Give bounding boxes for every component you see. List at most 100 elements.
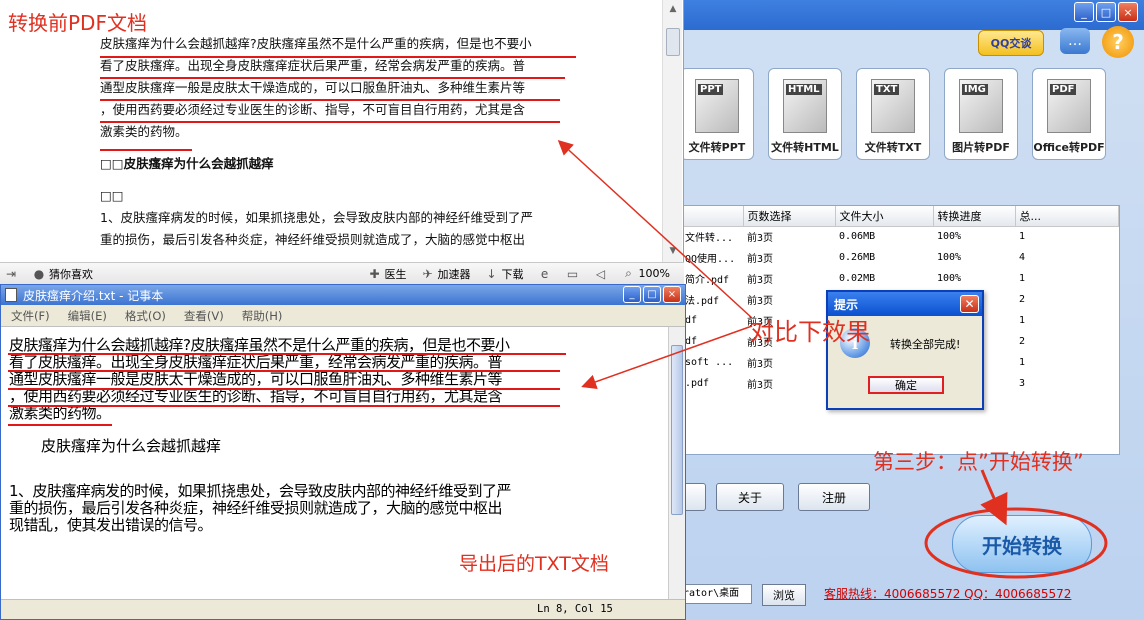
- zoom-item[interactable]: ⌕ 100%: [622, 266, 670, 281]
- tool-label: 文件转PPT: [688, 141, 746, 154]
- pdf-line: 通型皮肤瘙痒一般是皮肤太干燥造成的，可以口服鱼肝油丸、多种维生素片等: [100, 80, 526, 95]
- scroll-down-icon[interactable]: ▼: [666, 244, 680, 258]
- table-row[interactable]: 简介.pdf 前3页 0.02MB 100% 1: [681, 268, 1119, 289]
- minimize-icon[interactable]: _: [1074, 2, 1094, 22]
- close-icon[interactable]: ×: [1118, 2, 1138, 22]
- tool-tag: PPT: [698, 84, 724, 95]
- window-icon[interactable]: ▭: [566, 267, 580, 281]
- tool-office-to-pdf[interactable]: PDF Office转PDF: [1032, 68, 1106, 160]
- cell-filename: soft ...: [685, 357, 734, 368]
- maximize-icon[interactable]: □: [643, 286, 661, 303]
- dialog-message: 转换全部完成!: [890, 338, 961, 351]
- rocket-icon: ✈: [422, 266, 433, 281]
- scroll-thumb[interactable]: [671, 345, 683, 515]
- chat-bubble-icon[interactable]: …: [1060, 28, 1090, 54]
- ok-button[interactable]: 确定: [868, 376, 944, 394]
- output-path-input[interactable]: rator\桌面: [680, 584, 752, 604]
- completion-dialog: 提示 ✕ i 转换全部完成! 确定: [826, 290, 984, 410]
- dot-icon: ●: [33, 266, 45, 281]
- notepad-title: 皮肤瘙痒介绍.txt - 记事本: [23, 288, 164, 303]
- start-convert-button[interactable]: 开始转换: [952, 515, 1092, 573]
- text-line: ，使用西药要必须经过专业医生的诊断、指导，不可盲目自行用药，尤其是含: [9, 387, 503, 405]
- text-line: 看了皮肤瘙痒。出现全身皮肤瘙痒症状后果严重，经常会病发严重的疾病。普: [9, 353, 503, 371]
- tool-file-to-txt[interactable]: TXT 文件转TXT: [856, 68, 930, 160]
- ie-icon[interactable]: e: [538, 267, 552, 281]
- notepad-paragraph: 1、皮肤瘙痒病发的时候，如果抓挠患处，会导致皮肤内部的神经纤维受到了严 重的损伤…: [9, 483, 512, 534]
- tool-image-to-pdf[interactable]: IMG 图片转PDF: [944, 68, 1018, 160]
- pdf-scrollbar[interactable]: ▲ ▼: [662, 0, 682, 262]
- notepad-text-area[interactable]: 皮肤瘙痒为什么会越抓越痒?皮肤瘙痒虽然不是什么严重的疾病，但是也不要小 看了皮肤…: [9, 337, 569, 422]
- download-item[interactable]: ↓ 下载: [485, 266, 524, 282]
- tool-file-to-ppt[interactable]: PPT 文件转PPT: [680, 68, 754, 160]
- scroll-thumb[interactable]: [666, 28, 680, 56]
- doctor-icon: ✚: [369, 266, 380, 281]
- col-filename-header[interactable]: [681, 206, 744, 227]
- menu-edit[interactable]: 编辑(E): [68, 308, 107, 324]
- txt-document-annotation: 导出后的TXT文档: [459, 553, 609, 575]
- qq-chat-button[interactable]: QQ交谈: [978, 30, 1044, 56]
- table-row[interactable]: QQ使用... 前3页 0.26MB 100% 4: [681, 247, 1119, 268]
- cell-filename: 法.pdf: [685, 296, 720, 307]
- tool-label: 文件转TXT: [864, 141, 922, 154]
- pdf-heading-annotation: 转换前PDF文档: [8, 11, 147, 35]
- browse-button[interactable]: 浏览: [762, 584, 806, 606]
- pdf-line: ，使用西药要必须经过专业医生的诊断、指导，不可盲目自行用药，尤其是含: [100, 102, 526, 117]
- sidebar-toggle-icon[interactable]: ⇥: [4, 267, 18, 281]
- cell-total: 1: [1019, 357, 1026, 368]
- accelerator-item[interactable]: ✈ 加速器: [421, 266, 471, 282]
- fav-item[interactable]: ● 猜你喜欢: [32, 266, 93, 282]
- notepad-status-bar: Ln 8, Col 15: [1, 599, 685, 619]
- col-progress-header[interactable]: 转换进度: [933, 206, 1016, 227]
- about-button[interactable]: 关于: [716, 483, 784, 511]
- maximize-icon[interactable]: □: [1096, 2, 1116, 22]
- menu-format[interactable]: 格式(O): [125, 308, 166, 324]
- cell-total: 2: [1019, 294, 1026, 305]
- notepad-titlebar[interactable]: 皮肤瘙痒介绍.txt - 记事本 _ □ ×: [1, 285, 685, 305]
- accelerator-label: 加速器: [437, 267, 471, 281]
- scroll-up-icon[interactable]: ▲: [666, 2, 680, 16]
- close-icon[interactable]: ×: [663, 286, 681, 303]
- register-button[interactable]: 注册: [798, 483, 870, 511]
- tool-tag: HTML: [786, 84, 822, 95]
- text-line: 激素类的药物。: [9, 404, 111, 422]
- pdf-line: 看了皮肤瘙痒。出现全身皮肤瘙痒症状后果严重，经常会病发严重的疾病。普: [100, 58, 526, 73]
- tool-tag: PDF: [1050, 84, 1077, 95]
- notepad-title-buttons: _ □ ×: [623, 286, 681, 303]
- cell-total: 4: [1019, 252, 1026, 263]
- tool-label: 图片转PDF: [952, 141, 1010, 154]
- tool-file-to-html[interactable]: HTML 文件转HTML: [768, 68, 842, 160]
- cell-filename: 简介.pdf: [685, 275, 730, 286]
- col-total-header[interactable]: 总...: [1015, 206, 1119, 227]
- cell-pages: 前3页: [747, 296, 774, 307]
- cell-pages: 前3页: [747, 359, 774, 370]
- table-header-row: 页数选择 文件大小 转换进度 总...: [681, 206, 1119, 227]
- pdf-line: 皮肤瘙痒为什么会越抓越痒?皮肤瘙痒虽然不是什么严重的疾病，但是也不要小: [100, 36, 532, 51]
- help-icon[interactable]: ?: [1102, 26, 1134, 58]
- doctor-item[interactable]: ✚ 医生: [368, 266, 407, 282]
- ppt-doc-icon: PPT: [695, 79, 739, 133]
- table-row[interactable]: 文件转... 前3页 0.06MB 100% 1: [681, 226, 1119, 247]
- pdf-body-text: 皮肤瘙痒为什么会越抓越痒?皮肤瘙痒虽然不是什么严重的疾病，但是也不要小 看了皮肤…: [100, 33, 562, 251]
- cell-filename: QQ使用...: [685, 254, 736, 265]
- close-icon[interactable]: ✕: [960, 295, 979, 313]
- tool-label: 文件转HTML: [771, 141, 839, 154]
- notepad-icon: [5, 288, 17, 302]
- menu-help[interactable]: 帮助(H): [242, 308, 283, 324]
- minimize-icon[interactable]: _: [623, 286, 641, 303]
- col-size-header[interactable]: 文件大小: [835, 206, 934, 227]
- menu-file[interactable]: 文件(F): [11, 308, 50, 324]
- text-line: 重的损伤，最后引发各种炎症，神经纤维受损则就造成了，大脑的感觉中枢出: [9, 499, 503, 517]
- cell-pages: 前3页: [747, 254, 774, 265]
- notepad-scrollbar[interactable]: [668, 327, 685, 599]
- col-pages-header[interactable]: 页数选择: [743, 206, 836, 227]
- pdf-page: 转换前PDF文档 皮肤瘙痒为什么会越抓越痒?皮肤瘙痒虽然不是什么严重的疾病，但是…: [0, 0, 660, 262]
- cell-total: 1: [1019, 315, 1026, 326]
- pdf-para-line: 1、皮肤瘙痒病发的时候，如果抓挠患处，会导致皮肤内部的神经纤维受到了严: [100, 210, 533, 225]
- cell-size: 0.26MB: [839, 252, 876, 263]
- hotline-link[interactable]: 客服热线：4006685572 QQ：4006685572: [824, 585, 1071, 602]
- speaker-icon[interactable]: ◁: [594, 267, 608, 281]
- notepad-heading: 皮肤瘙痒为什么会越抓越痒: [41, 437, 222, 455]
- cell-size: 0.06MB: [839, 231, 876, 243]
- text-line: 通型皮肤瘙痒一般是皮肤太干燥造成的，可以口服鱼肝油丸、多种维生素片等: [9, 370, 503, 388]
- menu-view[interactable]: 查看(V): [184, 308, 224, 324]
